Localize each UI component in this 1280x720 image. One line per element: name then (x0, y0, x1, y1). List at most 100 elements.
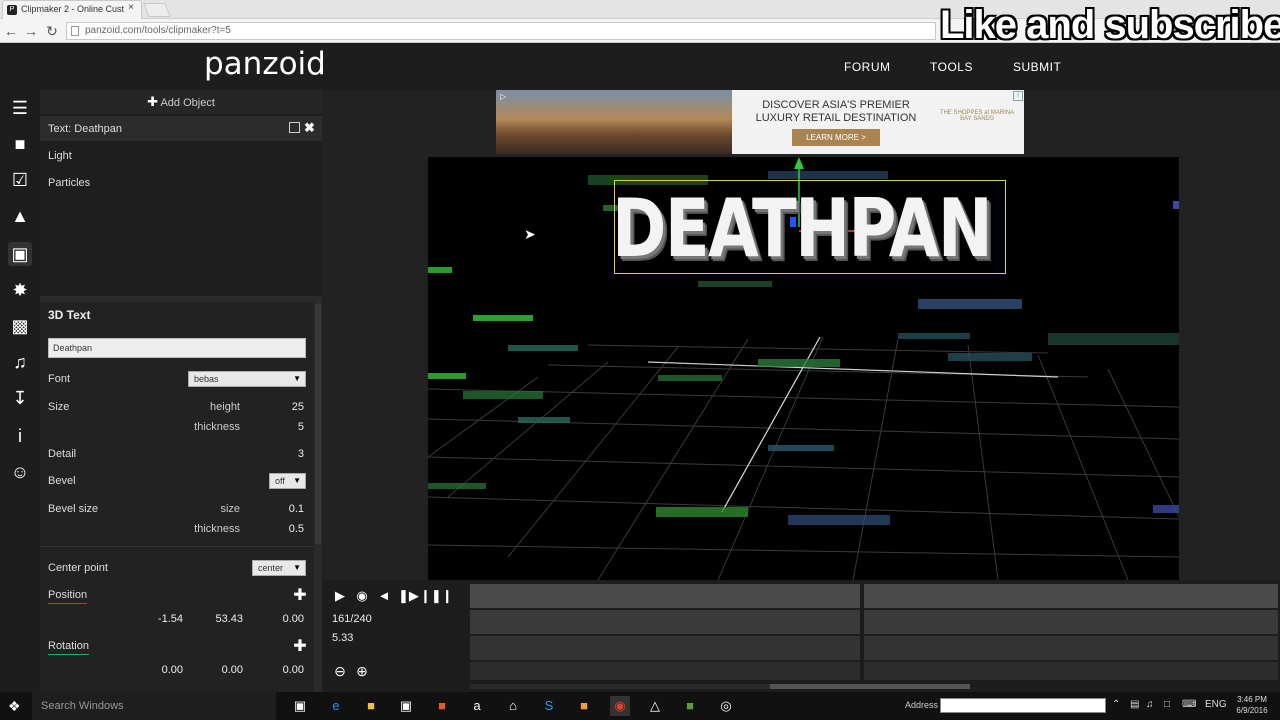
taskbar-search[interactable]: Search Windows (32, 692, 276, 720)
system-clock[interactable]: 3:46 PM 6/9/2016 (1228, 694, 1276, 716)
smiley-icon[interactable]: ☺ (8, 460, 32, 484)
play-icon[interactable]: ▶ (332, 588, 348, 604)
delete-icon[interactable]: ✖ (304, 120, 315, 136)
timeline-track[interactable] (470, 610, 1278, 634)
zoom-in-icon[interactable]: ⊕ (353, 662, 371, 680)
url-text: panzoid.com/tools/clipmaker?t=5 (85, 25, 231, 36)
bevel-thickness-value[interactable]: 0.5 (254, 523, 304, 535)
site-header (0, 44, 1280, 90)
menu-icon[interactable]: ☰ (8, 96, 32, 120)
ad-learn-more-button[interactable]: LEARN MORE > (792, 129, 880, 146)
eye-icon[interactable]: ◉ (354, 588, 370, 604)
rotation-z-value[interactable]: 0.00 (254, 664, 304, 676)
page-icon (71, 26, 79, 36)
duplicate-icon[interactable] (289, 122, 300, 133)
position-y-value[interactable]: 53.43 (193, 613, 243, 625)
font-label: Font (48, 373, 71, 385)
font-select[interactable]: bebas ▼ (188, 371, 306, 387)
add-position-keyframe-icon[interactable]: ✚ (293, 588, 307, 604)
site-logo[interactable]: panzoid (204, 46, 326, 82)
center-point-select[interactable]: center ▼ (252, 560, 306, 576)
skype-icon[interactable]: S (539, 696, 559, 716)
notification-icon[interactable]: □ (1164, 699, 1170, 710)
chrome-icon[interactable]: ◉ (610, 696, 630, 716)
camera-icon[interactable]: ▩ (8, 314, 32, 338)
add-object-button[interactable]: ✚ Add Object (40, 90, 322, 114)
nav-submit[interactable]: SUBMIT (1013, 60, 1061, 74)
detail-value[interactable]: 3 (254, 448, 304, 460)
new-tab-button[interactable] (143, 3, 171, 17)
add-rotation-keyframe-icon[interactable]: ✚ (293, 639, 307, 655)
tab-close-icon[interactable]: × (128, 2, 134, 13)
chevron-down-icon: ▼ (293, 476, 301, 485)
minecraft-icon[interactable]: ■ (680, 696, 700, 716)
step-forward-icon[interactable]: ❚▶ (398, 588, 419, 604)
arrow-left-icon[interactable]: ← (2, 22, 20, 40)
height-label: height (210, 401, 240, 413)
reload-icon[interactable]: ↻ (43, 22, 61, 40)
time-readout: 5.33 (332, 632, 354, 644)
amazon-icon[interactable]: a (467, 696, 487, 716)
properties-scroll-thumb[interactable] (315, 304, 321, 544)
folder-icon[interactable]: ■ (8, 132, 32, 156)
timeline-track[interactable] (470, 662, 1278, 680)
text-content-input[interactable]: Deathpan (48, 338, 306, 358)
adchoices-icon[interactable]: ▷ (500, 92, 506, 101)
volume-tray-icon[interactable]: ♫ (1146, 699, 1154, 710)
rotation-x-value[interactable]: 0.00 (133, 664, 183, 676)
timeline-playhead[interactable] (860, 584, 864, 680)
download-icon[interactable]: ↧ (8, 386, 32, 410)
windows-start-icon[interactable]: ❖ (8, 698, 24, 714)
volume-icon[interactable]: ◄ (376, 588, 392, 604)
task-view-icon[interactable]: ▣ (290, 696, 310, 716)
height-value[interactable]: 25 (254, 401, 304, 413)
position-z-value[interactable]: 0.00 (254, 613, 304, 625)
info-icon[interactable]: i (8, 424, 32, 448)
network-icon[interactable]: ▤ (1130, 699, 1139, 710)
checkbox-icon[interactable]: ☑ (8, 168, 32, 192)
object-item-particles[interactable]: Particles (48, 177, 90, 189)
music-icon[interactable]: ♫ (8, 350, 32, 374)
store-icon[interactable]: ▣ (396, 696, 416, 716)
bevel-size-label: Bevel size (48, 503, 99, 515)
zoom-out-icon[interactable]: ⊖ (331, 662, 349, 680)
keyboard-icon[interactable]: ⌨ (1182, 699, 1196, 710)
object-item-text[interactable]: Text: Deathpan (48, 123, 122, 135)
office-icon[interactable]: ■ (432, 696, 452, 716)
notes-icon[interactable]: ■ (574, 696, 594, 716)
timeline-track[interactable] (470, 584, 1278, 608)
app-icon[interactable]: △ (645, 696, 665, 716)
object-item-light[interactable]: Light (48, 150, 72, 162)
ad-info-icon[interactable]: i (1013, 91, 1023, 101)
rotation-y-value[interactable]: 0.00 (193, 664, 243, 676)
file-explorer-icon[interactable]: ■ (361, 696, 381, 716)
browser-tab[interactable]: P Clipmaker 2 - Online Cust (2, 0, 142, 19)
floor-grid (428, 336, 1179, 580)
cube-icon[interactable]: ▣ (8, 242, 32, 266)
bevel-size-value[interactable]: 0.1 (254, 503, 304, 515)
overlay-caption: Like and subscribe (940, 3, 1280, 47)
image-icon[interactable]: ▲ (8, 204, 32, 228)
position-x-value[interactable]: -1.54 (133, 613, 183, 625)
url-bar[interactable]: panzoid.com/tools/clipmaker?t=5 (66, 22, 936, 40)
address-toolbar-input[interactable] (940, 698, 1106, 713)
arrow-right-icon[interactable]: → (22, 22, 40, 40)
edge-icon[interactable]: e (326, 696, 346, 716)
selection-bounding-box (614, 180, 1006, 274)
nav-tools[interactable]: TOOLS (930, 60, 973, 74)
frame-counter: 161/240 (332, 613, 372, 625)
timeline-scroll-thumb[interactable] (770, 684, 970, 689)
timeline-track[interactable] (470, 636, 1278, 660)
nav-forum[interactable]: FORUM (844, 60, 891, 74)
ad-image[interactable] (496, 90, 732, 154)
address-toolbar-label: Address (905, 700, 939, 710)
thickness-value[interactable]: 5 (254, 421, 304, 433)
waveform-icon[interactable]: ❙❚❙ (420, 588, 453, 604)
home-icon[interactable]: ⌂ (503, 696, 523, 716)
sparkle-icon[interactable]: ✸ (8, 278, 32, 302)
language-indicator[interactable]: ENG (1205, 699, 1227, 710)
obs-icon[interactable]: ◎ (716, 696, 736, 716)
bevel-select[interactable]: off ▼ (269, 473, 306, 489)
timeline-scrollbar[interactable] (470, 684, 770, 689)
tray-chevron-icon[interactable]: ⌃ (1112, 699, 1120, 710)
